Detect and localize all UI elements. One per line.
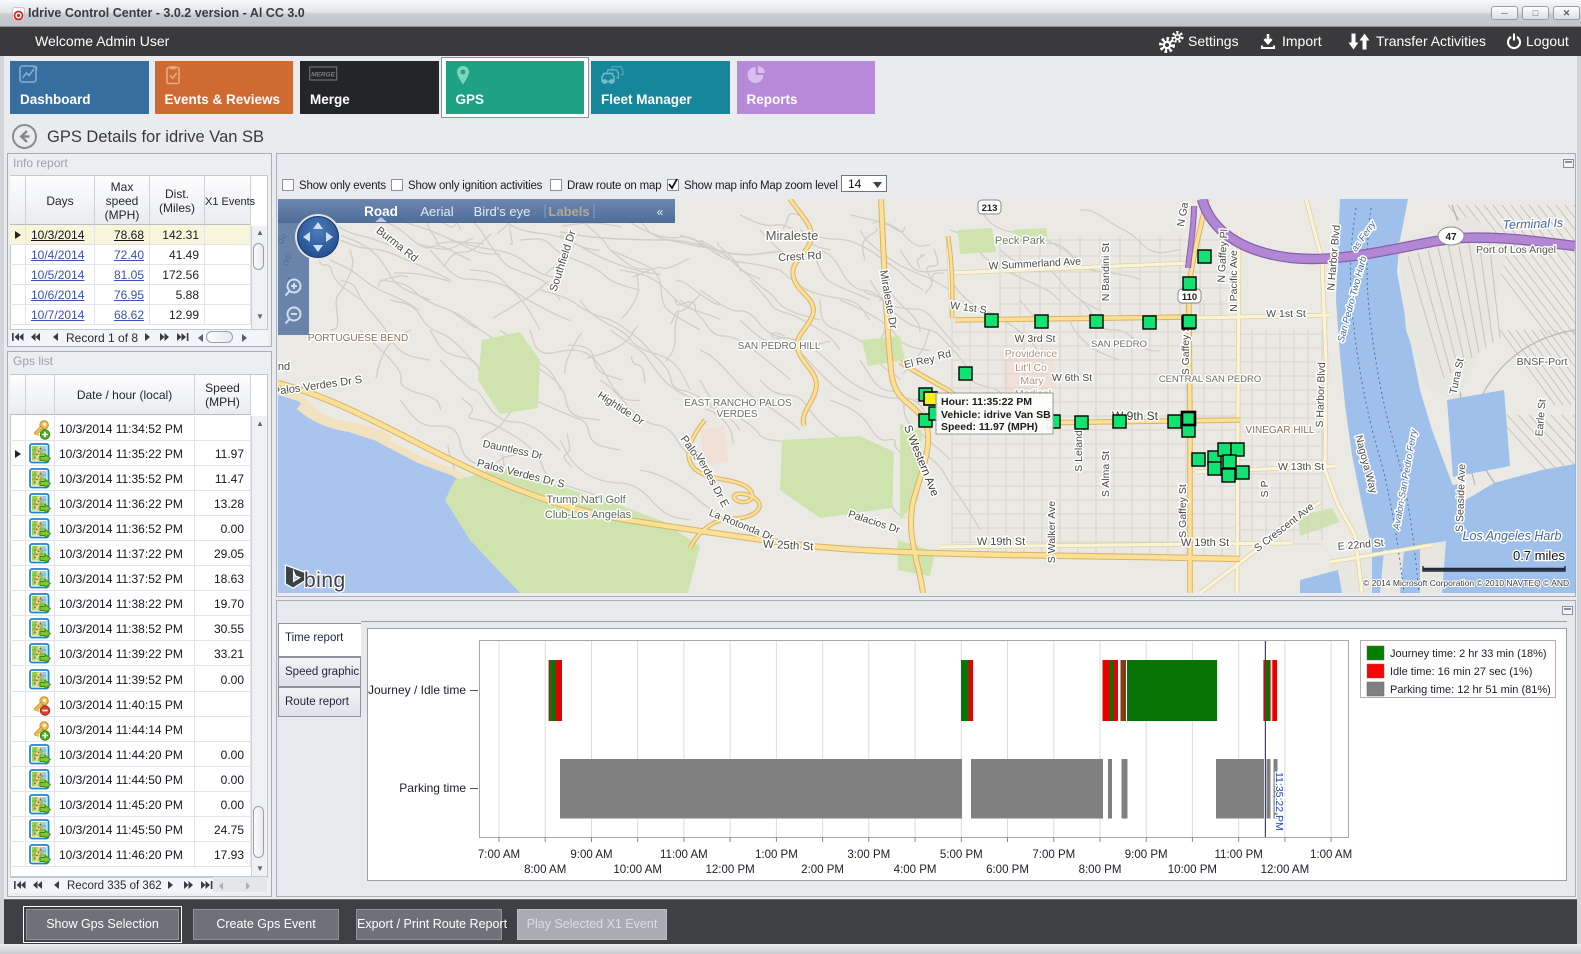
- svg-text:Bird's eye: Bird's eye: [474, 204, 531, 219]
- svg-text:4:00 PM: 4:00 PM: [894, 864, 937, 876]
- svg-text:S Gaffey St: S Gaffey St: [1177, 484, 1189, 538]
- svg-text:Crest Rd: Crest Rd: [778, 250, 822, 264]
- svg-text:5:00 PM: 5:00 PM: [940, 849, 983, 861]
- svg-text:Hour: 11:35:22 PM: Hour: 11:35:22 PM: [941, 396, 1032, 408]
- svg-text:Los Angeles Harb: Los Angeles Harb: [1463, 529, 1562, 543]
- svg-text:Vehicle: idrive Van SB: Vehicle: idrive Van SB: [941, 409, 1051, 421]
- svg-text:W 6th St: W 6th St: [1052, 372, 1092, 384]
- svg-text:CENTRAL SAN PEDRO: CENTRAL SAN PEDRO: [1159, 374, 1262, 385]
- svg-text:BNSF-Port: BNSF-Port: [1517, 356, 1568, 368]
- svg-text:N Bandini St: N Bandini St: [1100, 243, 1112, 301]
- svg-text:110: 110: [1182, 292, 1197, 303]
- svg-text:Providence: Providence: [1005, 348, 1058, 360]
- svg-text:W 3rd St: W 3rd St: [1015, 333, 1056, 345]
- svg-text:Peck Park: Peck Park: [995, 235, 1046, 247]
- svg-text:nd: nd: [278, 361, 290, 373]
- svg-text:3:00 PM: 3:00 PM: [847, 849, 890, 861]
- svg-text:Labels: Labels: [548, 204, 589, 219]
- svg-text:2:00 PM: 2:00 PM: [801, 864, 844, 876]
- svg-text:Mary: Mary: [1020, 375, 1044, 387]
- svg-text:S P: S P: [1259, 481, 1271, 498]
- svg-text:S Harbor Blvd: S Harbor Blvd: [1314, 362, 1328, 428]
- svg-text:«: «: [657, 205, 664, 219]
- svg-text:Club-Los Angelas: Club-Los Angelas: [545, 509, 632, 521]
- svg-text:S Walker Ave: S Walker Ave: [1046, 501, 1058, 564]
- svg-text:W 19th St: W 19th St: [1181, 537, 1229, 549]
- svg-text:Parking time: 12 hr 51 min (81: Parking time: 12 hr 51 min (81%): [1390, 684, 1551, 696]
- svg-text:9:00 AM: 9:00 AM: [570, 849, 612, 861]
- svg-text:S Gaffey S: S Gaffey S: [1180, 325, 1192, 376]
- svg-text:7:00 AM: 7:00 AM: [478, 849, 520, 861]
- svg-text:10:00 AM: 10:00 AM: [613, 864, 662, 876]
- svg-text:6:00 PM: 6:00 PM: [986, 864, 1029, 876]
- svg-text:VINEGAR HILL: VINEGAR HILL: [1246, 425, 1315, 436]
- svg-text:Miraleste: Miraleste: [766, 228, 819, 243]
- svg-text:7:00 PM: 7:00 PM: [1032, 849, 1075, 861]
- svg-text:Road: Road: [364, 204, 398, 219]
- svg-text:8:00 PM: 8:00 PM: [1079, 864, 1122, 876]
- svg-text:Journey time: 2 hr 33 min (18%: Journey time: 2 hr 33 min (18%): [1390, 648, 1547, 660]
- svg-text:12:00 PM: 12:00 PM: [705, 864, 754, 876]
- svg-text:9:00 PM: 9:00 PM: [1125, 849, 1168, 861]
- svg-text:Trump Nat'l Golf: Trump Nat'l Golf: [546, 494, 626, 506]
- svg-text:47: 47: [1445, 232, 1457, 243]
- svg-text:N Pacific Ave: N Pacific Ave: [1228, 250, 1240, 312]
- svg-text:0.7 miles: 0.7 miles: [1513, 548, 1566, 563]
- svg-text:Parking time: Parking time: [399, 781, 466, 795]
- svg-text:SAN PEDRO HILL: SAN PEDRO HILL: [738, 341, 821, 352]
- svg-text:Port of Los Angel: Port of Los Angel: [1476, 244, 1556, 256]
- svg-text:bing: bing: [304, 569, 346, 592]
- svg-text:8:00 AM: 8:00 AM: [524, 864, 566, 876]
- svg-text:Terminal Is: Terminal Is: [1502, 216, 1563, 232]
- svg-text:Speed: 11.97 (MPH): Speed: 11.97 (MPH): [941, 421, 1038, 433]
- svg-text:VERDES: VERDES: [716, 409, 757, 420]
- svg-text:1:00 PM: 1:00 PM: [755, 849, 798, 861]
- svg-text:EAST RANCHO PALOS: EAST RANCHO PALOS: [684, 398, 792, 409]
- svg-text:10:00 PM: 10:00 PM: [1168, 864, 1217, 876]
- svg-text:1:00 AM: 1:00 AM: [1310, 849, 1352, 861]
- svg-text:S Seaside Ave: S Seaside Ave: [1454, 463, 1468, 532]
- svg-text:© 2014 Microsoft Corporation: © 2014 Microsoft Corporation © 2010 NAVT…: [1363, 578, 1569, 588]
- svg-text:W 1st St: W 1st St: [1266, 308, 1306, 320]
- svg-text:S Alma St: S Alma St: [1100, 451, 1112, 497]
- svg-text:Journey / Idle time: Journey / Idle time: [368, 683, 466, 697]
- svg-text:12:00 AM: 12:00 AM: [1261, 864, 1310, 876]
- svg-text:MERGE: MERGE: [311, 72, 336, 79]
- svg-text:PORTUGUESE BEND: PORTUGUESE BEND: [308, 333, 408, 344]
- svg-text:11:00 AM: 11:00 AM: [660, 849, 708, 861]
- svg-text:W 19th St: W 19th St: [977, 536, 1025, 548]
- svg-text:Aerial: Aerial: [420, 204, 453, 219]
- svg-text:SAN PEDRO: SAN PEDRO: [1091, 339, 1147, 350]
- svg-text:S Leland: S Leland: [1073, 430, 1085, 472]
- svg-text:213: 213: [982, 203, 998, 214]
- svg-text:Idle time: 16 min 27 sec (1%): Idle time: 16 min 27 sec (1%): [1390, 666, 1532, 678]
- svg-text:W 13th St: W 13th St: [1278, 461, 1324, 473]
- svg-text:11:35:22 PM: 11:35:22 PM: [1273, 772, 1285, 831]
- svg-text:Lit'l Co: Lit'l Co: [1015, 362, 1047, 374]
- svg-text:11:00 PM: 11:00 PM: [1215, 849, 1263, 861]
